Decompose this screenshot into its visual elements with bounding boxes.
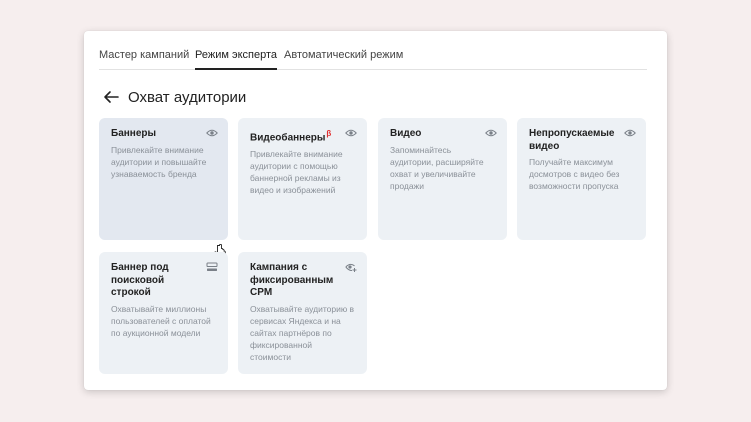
- card-video-banners[interactable]: Видеобаннерыβ Привлекайте внимание аудит…: [238, 118, 367, 240]
- eye-icon[interactable]: [485, 128, 497, 138]
- card-banners[interactable]: Баннеры Привлекайте внимание аудитории и…: [99, 118, 228, 261]
- title-row: Охват аудитории: [103, 87, 246, 107]
- eye-plus-icon[interactable]: [345, 262, 357, 272]
- card-video[interactable]: Видео Запоминайтесь аудитории, расширяйт…: [378, 118, 507, 240]
- card-search-banner[interactable]: Баннер под поисковой строкой Охватывайте…: [99, 252, 228, 374]
- card-fixed-cpm[interactable]: Кампания с фиксированным CPM Охватывайте…: [238, 252, 367, 374]
- campaign-type-panel: Мастер кампаний Режим эксперта Автоматич…: [84, 31, 667, 390]
- card-description: Привлекайте внимание аудитории и повышай…: [111, 144, 207, 179]
- card-title: Баннер под поисковой строкой: [111, 262, 169, 298]
- back-arrow-icon[interactable]: [103, 90, 119, 104]
- card-description: Охватывайте миллионы пользователей с опл…: [111, 303, 211, 338]
- card-non-skippable-video[interactable]: Непропускаемые видео Получайте максимум …: [517, 118, 646, 240]
- mode-tabs: Мастер кампаний Режим эксперта Автоматич…: [99, 31, 647, 70]
- eye-icon[interactable]: [345, 128, 357, 138]
- card-title: Видео: [390, 128, 422, 139]
- card-description: Запоминайтесь аудитории, расширяйте охва…: [390, 144, 484, 192]
- card-description: Охватывайте аудиторию в сервисах Яндекса…: [250, 303, 355, 363]
- card-title: Непропускаемые видео: [529, 128, 615, 152]
- card-title: Кампания с фиксированным CPM: [250, 262, 334, 298]
- card-description: Получайте максимум досмотров с видео без…: [529, 157, 620, 192]
- eye-icon[interactable]: [624, 128, 636, 138]
- tab-expert-mode[interactable]: Режим эксперта: [195, 49, 278, 70]
- tab-automatic-mode[interactable]: Автоматический режим: [284, 49, 403, 61]
- card-title: Видеобаннерыβ: [250, 129, 332, 144]
- tab-campaign-master[interactable]: Мастер кампаний: [99, 49, 189, 61]
- eye-icon[interactable]: [206, 128, 218, 138]
- card-description: Привлекайте внимание аудитории с помощью…: [250, 148, 343, 196]
- search-banner-icon[interactable]: [206, 262, 218, 272]
- beta-badge: β: [326, 129, 332, 138]
- page-title: Охват аудитории: [128, 88, 247, 106]
- card-title: Баннеры: [111, 128, 157, 139]
